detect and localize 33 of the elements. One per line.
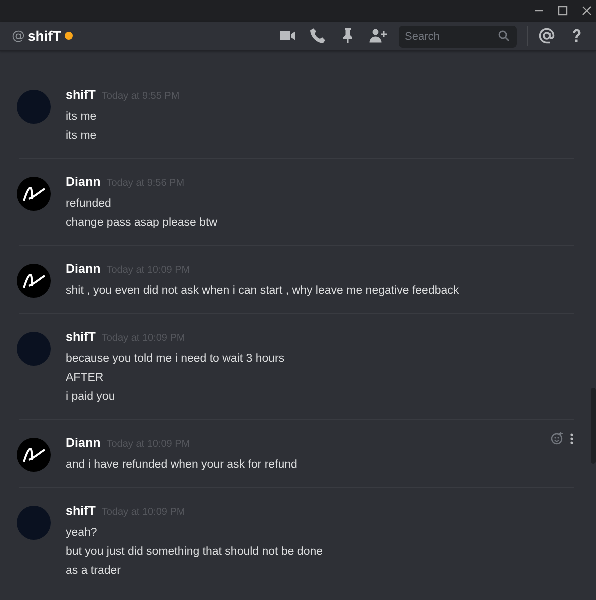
author-name[interactable]: Diann: [66, 262, 101, 276]
message-text: AFTER: [66, 371, 105, 386]
message-text: and i have refunded when your ask for refund: [66, 458, 298, 473]
mention-icon[interactable]: [538, 27, 556, 45]
author-name[interactable]: Diann: [66, 436, 101, 450]
at-sign: @: [12, 28, 25, 44]
channel-title: shifT: [28, 28, 62, 44]
author-name[interactable]: shifT: [66, 88, 96, 102]
message-text: but you just did something that should not be done: [66, 545, 324, 560]
search-field[interactable]: Search: [399, 26, 517, 48]
message-text: i paid you: [66, 390, 116, 405]
message-text: change pass asap please btw: [66, 216, 218, 231]
message-text: refunded: [66, 197, 112, 212]
more-options-icon[interactable]: [570, 432, 574, 444]
avatar-icon[interactable]: [17, 177, 51, 211]
author-name[interactable]: Diann: [66, 175, 101, 189]
status-dot: [65, 32, 74, 40]
author-name[interactable]: shifT: [66, 330, 96, 344]
add-reaction-icon[interactable]: [551, 432, 564, 445]
message-text: shit , you even did not ask when i can start , why leave me negative feedback: [66, 284, 460, 299]
search-icon: [498, 30, 510, 42]
maximize-icon[interactable]: [558, 6, 568, 16]
close-icon[interactable]: [582, 6, 592, 16]
message-text: its me: [66, 110, 98, 125]
author-name[interactable]: shifT: [66, 504, 96, 518]
phone-icon[interactable]: [309, 27, 327, 45]
add-friend-icon[interactable]: [369, 27, 387, 45]
message-text: its me: [66, 129, 98, 144]
message-text: because you told me i need to wait 3 hours: [66, 352, 285, 367]
avatar-icon[interactable]: [17, 264, 51, 298]
avatar-icon[interactable]: [17, 438, 51, 472]
message-text: yeah?: [66, 526, 98, 541]
message-text: as a trader: [66, 564, 122, 579]
